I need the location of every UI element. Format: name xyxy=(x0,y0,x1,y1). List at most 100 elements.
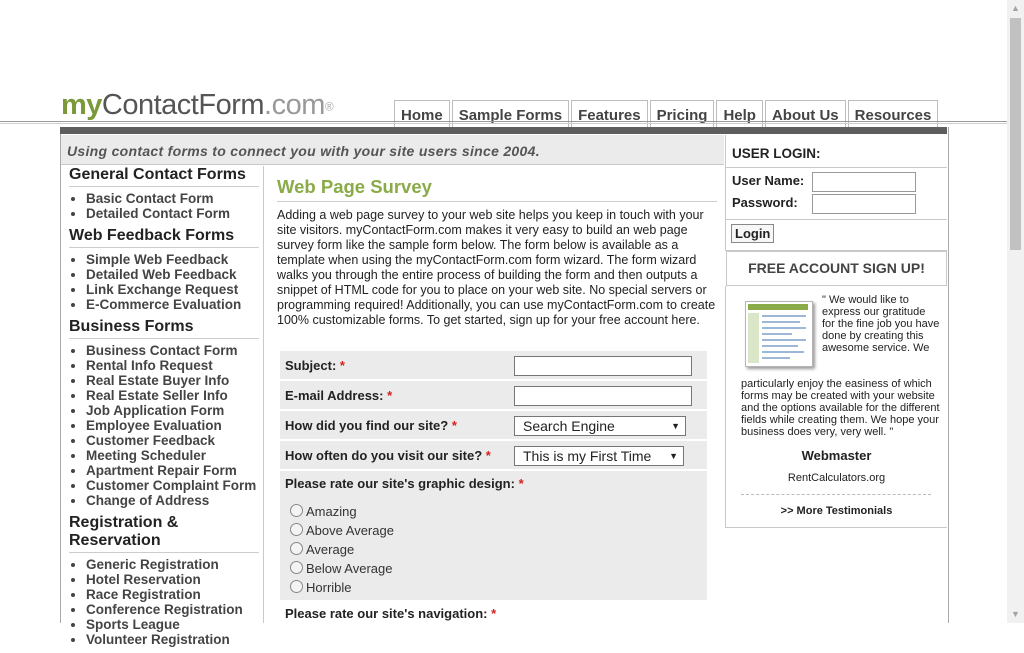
page-title: Web Page Survey xyxy=(277,176,717,202)
sidebar-link[interactable]: Detailed Contact Form xyxy=(86,206,259,221)
login-box: USER LOGIN: User Name: Password: Login xyxy=(725,135,947,251)
sidebar-section-title: Business Forms xyxy=(69,318,259,339)
logo-dotcom: .com xyxy=(264,89,325,121)
sidebar-section-title: Web Feedback Forms xyxy=(69,227,259,248)
sidebar-link[interactable]: Detailed Web Feedback xyxy=(86,267,259,282)
divider xyxy=(741,494,931,495)
testimonial-quote-part2: particularly enjoy the easiness of which… xyxy=(741,378,940,438)
site-logo[interactable]: myContactForm.com® xyxy=(61,89,334,122)
sidebar-link[interactable]: Real Estate Seller Info xyxy=(86,388,259,403)
password-input[interactable] xyxy=(812,194,916,214)
required-marker: * xyxy=(339,358,345,373)
header-divider-light xyxy=(0,123,1007,124)
testimonial-box: " We would like to express our gratitude… xyxy=(725,286,947,528)
divider xyxy=(726,167,947,168)
sidebar-link[interactable]: Employee Evaluation xyxy=(86,418,259,433)
sidebar-section-title: General Contact Forms xyxy=(69,166,259,187)
design-option-average[interactable]: Average xyxy=(290,542,354,557)
testimonial-site: RentCalculators.org xyxy=(787,472,886,484)
sidebar-link[interactable]: Race Registration xyxy=(86,587,259,602)
chevron-down-icon: ▼ xyxy=(669,451,678,461)
navigation-label: Please rate our site's navigation: * xyxy=(285,606,497,621)
radio-icon[interactable] xyxy=(290,542,303,555)
sidebar-link[interactable]: Apartment Repair Form xyxy=(86,463,259,478)
logo-my: my xyxy=(61,89,102,121)
find-select[interactable]: Search Engine ▼ xyxy=(514,416,686,436)
required-marker: * xyxy=(387,388,393,403)
subject-row: Subject: * xyxy=(280,351,707,379)
testimonial-author: Webmaster xyxy=(801,448,872,463)
find-select-value: Search Engine xyxy=(523,418,615,434)
tagline: Using contact forms to connect you with … xyxy=(67,143,540,159)
column-divider xyxy=(263,166,264,623)
logo-contactform: ContactForm xyxy=(101,89,265,121)
username-input[interactable] xyxy=(812,172,916,192)
sidebar-section-title: Registration & Reservation xyxy=(69,514,259,553)
sidebar-link[interactable]: Customer Complaint Form xyxy=(86,478,259,493)
password-label: Password: xyxy=(732,195,798,210)
email-label: E-mail Address: * xyxy=(285,388,393,403)
required-marker: * xyxy=(451,418,457,433)
often-select[interactable]: This is my First Time ▼ xyxy=(514,446,684,466)
login-title: USER LOGIN: xyxy=(732,146,821,161)
find-label: How did you find our site? * xyxy=(285,418,457,433)
often-row: How often do you visit our site? * This … xyxy=(280,441,707,469)
top-dark-bar xyxy=(60,127,947,134)
sidebar-link[interactable]: Hotel Reservation xyxy=(86,572,259,587)
design-option-above-average[interactable]: Above Average xyxy=(290,523,394,538)
often-label: How often do you visit our site? * xyxy=(285,448,491,463)
sidebar-link[interactable]: Real Estate Buyer Info xyxy=(86,373,259,388)
scroll-down-icon[interactable]: ▼ xyxy=(1007,606,1024,623)
logo-registered: ® xyxy=(324,99,334,114)
sidebar-link[interactable]: Meeting Scheduler xyxy=(86,448,259,463)
design-option-below-average[interactable]: Below Average xyxy=(290,561,393,576)
required-marker: * xyxy=(485,448,491,463)
radio-icon[interactable] xyxy=(290,504,303,517)
sidebar-link[interactable]: Basic Contact Form xyxy=(86,191,259,206)
email-input[interactable] xyxy=(514,386,692,406)
design-option-amazing[interactable]: Amazing xyxy=(290,504,357,519)
signup-button[interactable]: FREE ACCOUNT SIGN UP! xyxy=(726,251,947,286)
scrollbar-thumb[interactable] xyxy=(1010,18,1021,250)
sidebar-link[interactable]: Sports League xyxy=(86,617,259,632)
sidebar-link[interactable]: Conference Registration xyxy=(86,602,259,617)
intro-text: Adding a web page survey to your web sit… xyxy=(277,208,716,327)
sidebar-link[interactable]: Rental Info Request xyxy=(86,358,259,373)
divider xyxy=(726,219,947,220)
sidebar-link[interactable]: Generic Registration xyxy=(86,557,259,572)
survey-form: Subject: * E-mail Address: * How did you… xyxy=(280,351,707,622)
chevron-down-icon: ▼ xyxy=(671,421,680,431)
sidebar-link[interactable]: Business Contact Form xyxy=(86,343,259,358)
email-row: E-mail Address: * xyxy=(280,381,707,409)
tagline-bar: Using contact forms to connect you with … xyxy=(61,135,724,165)
radio-icon[interactable] xyxy=(290,561,303,574)
scroll-up-icon[interactable]: ▲ xyxy=(1007,0,1024,17)
sidebar-link[interactable]: Customer Feedback xyxy=(86,433,259,448)
more-testimonials-link[interactable]: >> More Testimonials xyxy=(726,505,947,517)
required-marker: * xyxy=(491,606,497,621)
design-label: Please rate our site's graphic design: * xyxy=(285,476,524,491)
main-content: Web Page Survey Adding a web page survey… xyxy=(277,176,717,328)
radio-icon[interactable] xyxy=(290,580,303,593)
sidebar-link[interactable]: Job Application Form xyxy=(86,403,259,418)
design-option-horrible[interactable]: Horrible xyxy=(290,580,352,595)
subject-label: Subject: * xyxy=(285,358,345,373)
find-row: How did you find our site? * Search Engi… xyxy=(280,411,707,439)
sidebar-link[interactable]: Simple Web Feedback xyxy=(86,252,259,267)
sidebar: General Contact Forms Basic Contact Form… xyxy=(69,166,259,653)
sidebar-link[interactable]: Link Exchange Request xyxy=(86,282,259,297)
design-rating-block: Please rate our site's graphic design: *… xyxy=(280,471,707,600)
sidebar-link[interactable]: Change of Address xyxy=(86,493,259,508)
subject-input[interactable] xyxy=(514,356,692,376)
radio-icon[interactable] xyxy=(290,523,303,536)
page-scrollbar[interactable]: ▲ ▼ xyxy=(1007,0,1024,623)
often-select-value: This is my First Time xyxy=(523,448,652,464)
username-label: User Name: xyxy=(732,173,805,188)
navigation-rating-row: Please rate our site's navigation: * xyxy=(280,602,707,622)
login-button[interactable]: Login xyxy=(731,224,775,243)
required-marker: * xyxy=(518,476,524,491)
sidebar-link[interactable]: E-Commerce Evaluation xyxy=(86,297,259,312)
sidebar-link[interactable]: Volunteer Registration xyxy=(86,632,259,647)
testimonial-quote-part1: " We would like to express our gratitude… xyxy=(822,294,940,354)
header-divider xyxy=(0,121,1007,122)
